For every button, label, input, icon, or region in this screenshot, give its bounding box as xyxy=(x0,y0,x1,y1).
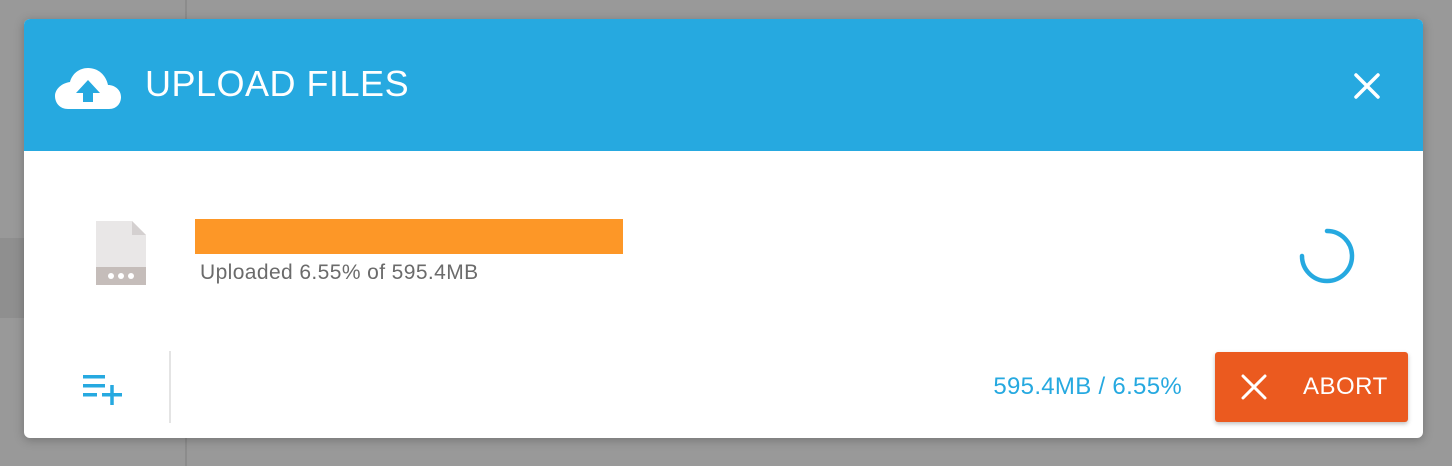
upload-progress-fill xyxy=(195,219,623,254)
upload-progress-text: Uploaded 6.55% of 595.4MB xyxy=(200,261,479,284)
spinner-icon xyxy=(1299,228,1355,284)
file-icon xyxy=(96,221,146,285)
upload-progress-bar xyxy=(195,219,1275,254)
dialog-header: UPLOAD FILES xyxy=(24,19,1423,151)
footer-divider xyxy=(169,351,171,423)
background-panel xyxy=(0,238,24,318)
upload-dialog: UPLOAD FILES Uploaded 6.55% of 595.4MB 5… xyxy=(24,19,1423,438)
cloud-upload-icon xyxy=(55,68,121,109)
dialog-title: UPLOAD FILES xyxy=(145,63,410,104)
abort-button[interactable]: ABORT xyxy=(1215,352,1408,422)
close-icon[interactable] xyxy=(1348,67,1386,105)
abort-label: ABORT xyxy=(1303,373,1388,400)
close-icon xyxy=(1241,374,1267,400)
playlist-add-icon[interactable] xyxy=(80,371,126,405)
upload-summary: 595.4MB / 6.55% xyxy=(993,373,1182,400)
